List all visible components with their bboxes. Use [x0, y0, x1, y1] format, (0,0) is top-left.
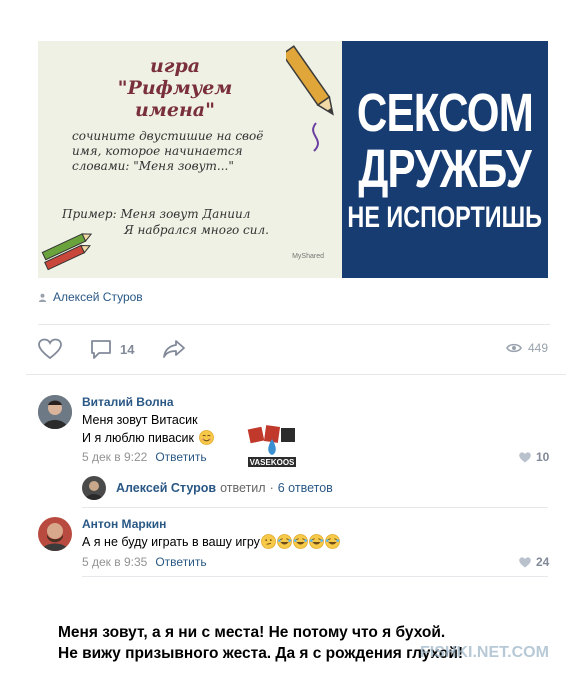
avatar[interactable] [38, 395, 72, 429]
like-button[interactable] [38, 338, 62, 360]
post-images[interactable]: игра "Рифмуем имена" сочините двустишие … [38, 41, 548, 278]
reply-button[interactable]: Ответить [155, 555, 206, 569]
comment-icon [91, 340, 111, 359]
sticker-text: VASEKOOS [250, 458, 295, 467]
image-watermark: MyShared [292, 253, 324, 260]
image-example-line1: Пример: Меня зовут Даниил [62, 207, 251, 221]
comment-like-button[interactable]: 24 [519, 555, 549, 569]
comment-date[interactable]: 5 дек в 9:22 [82, 450, 147, 464]
divider [38, 324, 550, 325]
replies-count-link[interactable]: 6 ответов [278, 481, 333, 495]
comment-author[interactable]: Виталий Волна [82, 395, 174, 409]
divider [82, 507, 548, 508]
reply-verb: ответил [220, 481, 266, 495]
post-image-poster[interactable]: СЕКСОМ ДРУЖБУ НЕ ИСПОРТИШЬ [342, 41, 548, 278]
comment-like-button[interactable]: 10 [519, 450, 549, 464]
divider [82, 576, 548, 577]
comment-meta: 5 дек в 9:22 Ответить [82, 450, 207, 464]
comment-like-count: 24 [536, 555, 550, 569]
reply-button[interactable]: Ответить [155, 450, 206, 464]
sticker-logo: VASEKOOS [247, 425, 296, 467]
views-counter: 449 [506, 341, 548, 355]
avatar[interactable] [38, 517, 72, 551]
laughing-emoji-icon [325, 534, 340, 549]
views-count: 449 [527, 341, 548, 355]
pencil-icon [286, 45, 334, 152]
avatar-photo [38, 395, 72, 429]
divider [26, 374, 566, 375]
comment-count: 14 [120, 341, 135, 357]
comment-meta: 5 дек в 9:35 Ответить [82, 555, 207, 569]
comment-like-count: 10 [536, 450, 550, 464]
avatar-photo [38, 517, 72, 551]
comment-text: А я не буду играть в вашу игру [82, 533, 340, 551]
reply-author[interactable]: Алексей Стуров [116, 481, 216, 495]
comment-text-line2: И я люблю пивасик [82, 429, 214, 447]
post-author-name[interactable]: Алексей Стуров [53, 290, 143, 304]
meme-caption: Меня зовут, а я ни с места! Не потому чт… [58, 622, 463, 664]
heart-icon [38, 338, 62, 360]
heart-icon [519, 451, 531, 462]
comment-date[interactable]: 5 дек в 9:35 [82, 555, 147, 569]
share-button[interactable] [162, 338, 186, 360]
reply-separator: · [269, 481, 274, 495]
smile-emoji-icon [198, 430, 214, 445]
image-instruction: сочините двустишие на своё имя, которое … [72, 129, 264, 173]
post-actions: 14 449 [38, 338, 550, 360]
thinking-emoji-icon [261, 534, 276, 549]
reply-thread[interactable]: Алексей Стуров ответил · 6 ответов [82, 476, 333, 500]
comment-text-body: А я не буду играть в вашу игру [82, 535, 260, 549]
post-author[interactable]: Алексей Стуров [38, 290, 143, 304]
eye-icon [506, 343, 522, 353]
user-icon [38, 293, 47, 302]
image-title: игра "Рифмуем имена" [117, 55, 233, 121]
avatar-photo [82, 476, 106, 500]
poster-line1: СЕКСОМ [356, 82, 534, 143]
comment-text-line1: Меня зовут Витасик [82, 413, 198, 427]
laughing-emoji-icon [293, 534, 308, 549]
heart-icon [519, 556, 531, 567]
pencils-icon [41, 233, 93, 271]
share-icon [163, 340, 185, 358]
watermark: FISHKI.NET.COM [420, 644, 549, 661]
laughing-emoji-icon [309, 534, 324, 549]
caption-line1: Меня зовут, а я ни с места! Не потому чт… [58, 624, 446, 641]
comment-button[interactable]: 14 [90, 338, 134, 360]
poster-line2: ДРУЖБУ [358, 138, 532, 199]
caption-line2: Не вижу призывного жеста. Да я с рождени… [58, 645, 464, 662]
comment-text-line2-body: И я люблю пивасик [82, 431, 195, 445]
avatar[interactable] [82, 476, 106, 500]
comment-author[interactable]: Антон Маркин [82, 517, 166, 531]
laughing-emoji-icon [277, 534, 292, 549]
post-image-rhyme-game[interactable]: игра "Рифмуем имена" сочините двустишие … [38, 41, 342, 278]
poster-line3: НЕ ИСПОРТИШЬ [347, 200, 543, 234]
